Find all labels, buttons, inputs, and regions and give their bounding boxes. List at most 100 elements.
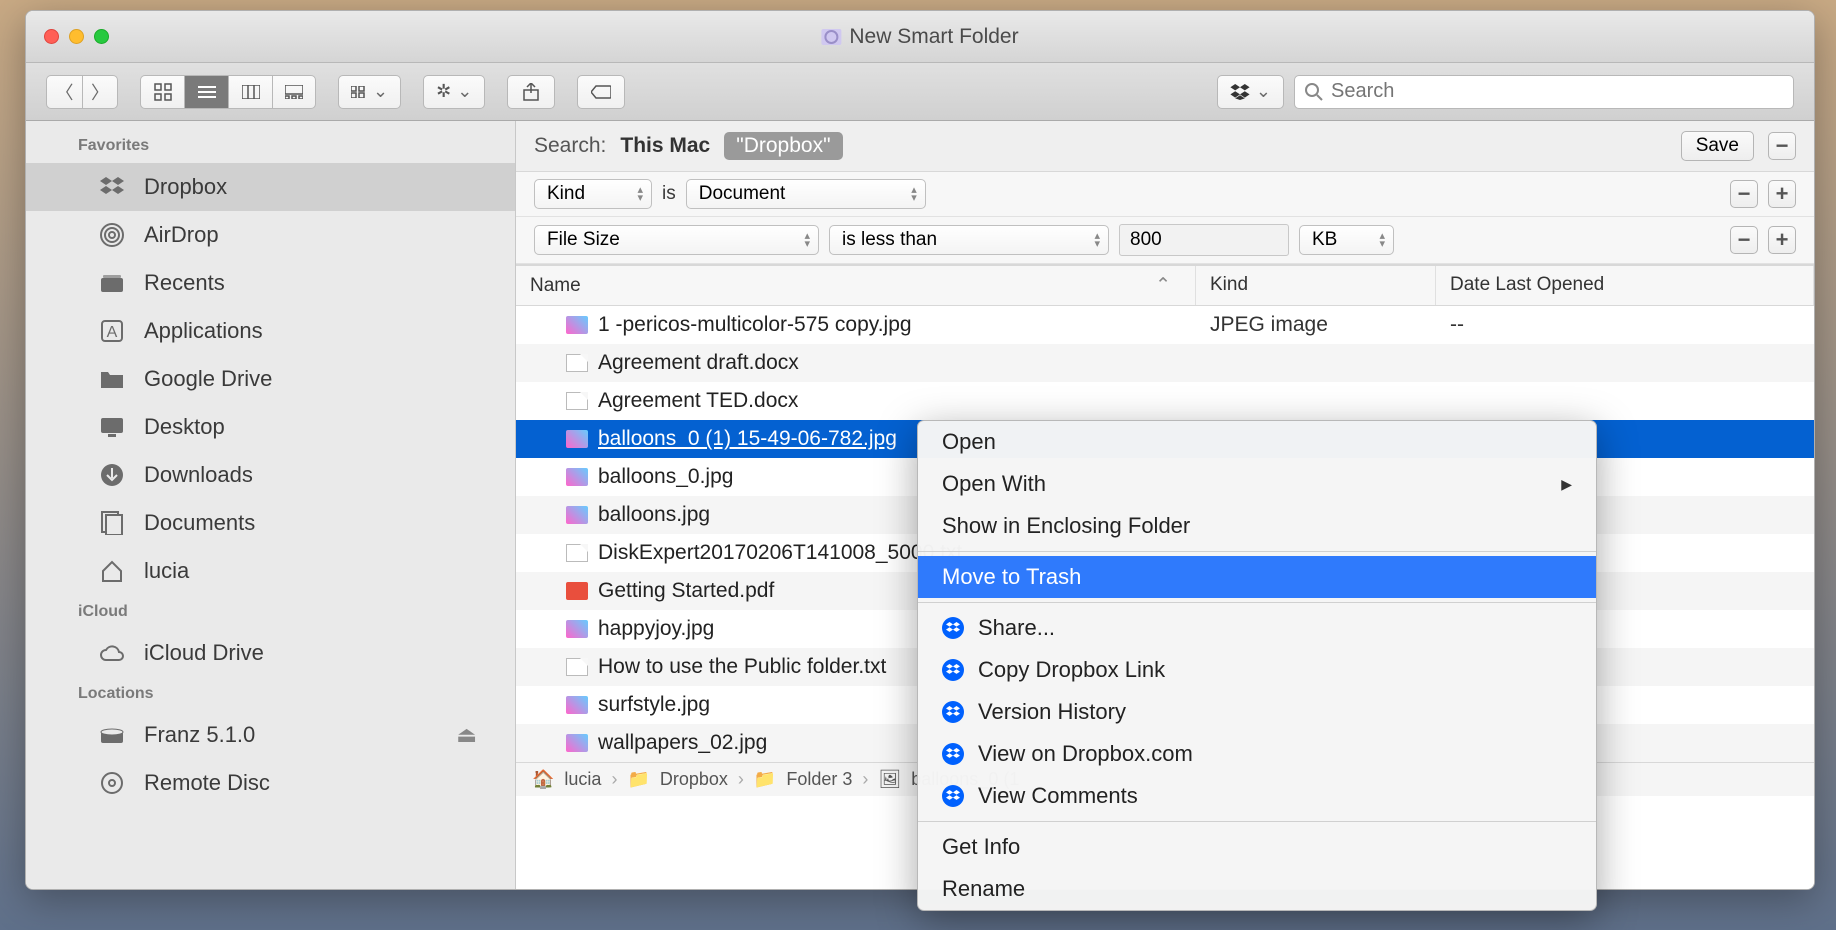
file-doc-icon	[566, 354, 588, 372]
list-view-button[interactable]	[184, 75, 228, 109]
ctx-share-[interactable]: Share...	[918, 607, 1596, 649]
window-title-text: New Smart Folder	[849, 25, 1018, 49]
path-icon: 📁	[754, 769, 776, 790]
back-button[interactable]: 〈	[46, 75, 82, 109]
sidebar-item-airdrop[interactable]: AirDrop	[26, 211, 515, 259]
file-row[interactable]: Agreement TED.docx	[516, 382, 1814, 420]
ctx-show-in-enclosing-folder[interactable]: Show in Enclosing Folder	[918, 505, 1596, 547]
context-menu: OpenOpen WithShow in Enclosing Folder Mov…	[917, 420, 1597, 911]
criteria-field-select[interactable]: Kind▴▾	[534, 179, 652, 209]
sidebar-section-header: Locations	[26, 677, 515, 711]
tags-button[interactable]	[577, 75, 625, 109]
sidebar-item-label: Franz 5.1.0	[144, 722, 255, 748]
apps-icon: A	[98, 317, 126, 345]
sidebar-item-google-drive[interactable]: Google Drive	[26, 355, 515, 403]
remove-criteria-button[interactable]: −	[1768, 132, 1796, 160]
file-row[interactable]: Agreement draft.docx	[516, 344, 1814, 382]
path-icon: 🏠	[532, 769, 554, 790]
sidebar-item-lucia[interactable]: lucia	[26, 547, 515, 595]
minimize-button[interactable]	[69, 29, 84, 44]
file-name: Getting Started.pdf	[598, 579, 774, 603]
desktop-icon	[98, 413, 126, 441]
criteria-unit-select[interactable]: KB▴▾	[1299, 225, 1394, 255]
sidebar-item-franz-5.1.0[interactable]: Franz 5.1.0 ⏏	[26, 711, 515, 759]
titlebar: New Smart Folder	[26, 11, 1814, 63]
criteria-remove-button[interactable]: −	[1730, 226, 1758, 254]
col-name-header[interactable]: Name⌃	[516, 266, 1196, 305]
home-icon	[98, 557, 126, 585]
path-separator: ›	[862, 769, 868, 790]
search-scope-bar: Search: This Mac "Dropbox" Save −	[516, 121, 1814, 172]
sidebar-item-documents[interactable]: Documents	[26, 499, 515, 547]
ctx-open[interactable]: Open	[918, 421, 1596, 463]
disc-icon	[98, 769, 126, 797]
ctx-copy-dropbox-link[interactable]: Copy Dropbox Link	[918, 649, 1596, 691]
sidebar-item-label: Desktop	[144, 414, 225, 440]
ctx-rename[interactable]: Rename	[918, 868, 1596, 910]
sidebar-item-recents[interactable]: Recents	[26, 259, 515, 307]
ctx-version-history[interactable]: Version History	[918, 691, 1596, 733]
file-row[interactable]: 1 -pericos-multicolor-575 copy.jpgJPEG i…	[516, 306, 1814, 344]
gallery-view-button[interactable]	[272, 75, 316, 109]
close-button[interactable]	[44, 29, 59, 44]
eject-icon[interactable]: ⏏	[456, 722, 477, 748]
window-title: New Smart Folder	[821, 25, 1018, 49]
toolbar: 〈 〉 ⌄ ✲⌄ ⌄	[26, 63, 1814, 121]
sidebar-item-label: Documents	[144, 510, 255, 536]
sidebar-item-icloud-drive[interactable]: iCloud Drive	[26, 629, 515, 677]
zoom-button[interactable]	[94, 29, 109, 44]
scope-this-mac[interactable]: This Mac	[620, 134, 710, 158]
path-separator: ›	[611, 769, 617, 790]
criteria-op-select[interactable]: is less than▴▾	[829, 225, 1109, 255]
share-button[interactable]	[507, 75, 555, 109]
sidebar-item-dropbox[interactable]: Dropbox	[26, 163, 515, 211]
file-name: DiskExpert20170206T141008_5000.txt	[598, 541, 962, 565]
path-segment[interactable]: Folder 3	[786, 769, 852, 790]
dropbox-icon	[942, 701, 964, 723]
path-segment[interactable]: Dropbox	[660, 769, 728, 790]
search-label: Search:	[534, 134, 606, 158]
ctx-get-info[interactable]: Get Info	[918, 826, 1596, 868]
column-view-button[interactable]	[228, 75, 272, 109]
col-kind-header[interactable]: Kind	[1196, 266, 1436, 305]
criteria-remove-button[interactable]: −	[1730, 180, 1758, 208]
sidebar-item-label: Recents	[144, 270, 225, 296]
action-button[interactable]: ✲⌄	[423, 75, 485, 109]
file-doc-icon	[566, 658, 588, 676]
criteria-add-button[interactable]: +	[1768, 180, 1796, 208]
search-field[interactable]	[1294, 75, 1794, 109]
path-segment[interactable]: lucia	[564, 769, 601, 790]
ctx-view-comments[interactable]: View Comments	[918, 775, 1596, 817]
criteria-add-button[interactable]: +	[1768, 226, 1796, 254]
criteria-row: Kind▴▾isDocument▴▾−+	[516, 172, 1814, 217]
file-img-icon	[566, 468, 588, 486]
ctx-move-to-trash[interactable]: Move to Trash	[918, 556, 1596, 598]
arrange-button[interactable]: ⌄	[338, 75, 401, 109]
col-date-header[interactable]: Date Last Opened	[1436, 266, 1814, 305]
sidebar-item-desktop[interactable]: Desktop	[26, 403, 515, 451]
dropbox-icon	[942, 659, 964, 681]
sidebar-item-downloads[interactable]: Downloads	[26, 451, 515, 499]
path-icon: 🖼	[878, 769, 901, 790]
file-name: balloons_0 (1) 15-49-06-782.jpg	[598, 427, 897, 451]
forward-button[interactable]: 〉	[82, 75, 118, 109]
dropbox-menu-button[interactable]: ⌄	[1217, 75, 1284, 109]
file-name: balloons_0.jpg	[598, 465, 733, 489]
sidebar: FavoritesDropboxAirDropRecentsAApplicati…	[26, 121, 516, 889]
search-input[interactable]	[1331, 80, 1783, 103]
disk-icon	[98, 721, 126, 749]
dropbox-icon	[1230, 84, 1250, 100]
criteria-field-select[interactable]: File Size▴▾	[534, 225, 819, 255]
sidebar-item-applications[interactable]: AApplications	[26, 307, 515, 355]
tag-icon	[591, 85, 611, 99]
criteria-value-input[interactable]	[1119, 224, 1289, 256]
ctx-open-with[interactable]: Open With	[918, 463, 1596, 505]
ctx-view-on-dropbox-com[interactable]: View on Dropbox.com	[918, 733, 1596, 775]
criteria-value-select[interactable]: Document▴▾	[686, 179, 926, 209]
scope-dropbox[interactable]: "Dropbox"	[724, 132, 842, 160]
sidebar-item-remote-disc[interactable]: Remote Disc	[26, 759, 515, 807]
icon-view-button[interactable]	[140, 75, 184, 109]
save-button[interactable]: Save	[1681, 131, 1754, 161]
cloud-icon	[98, 639, 126, 667]
sidebar-item-label: AirDrop	[144, 222, 219, 248]
